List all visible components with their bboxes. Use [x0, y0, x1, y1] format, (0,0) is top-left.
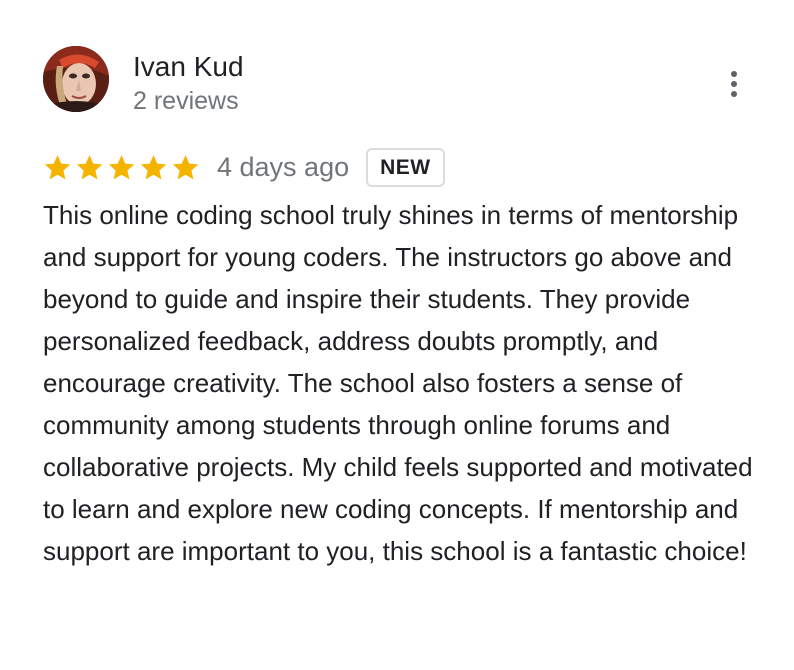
review-card: Ivan Kud 2 reviews 4 days ago NEW This o… [0, 0, 794, 670]
star-icon [44, 154, 71, 179]
avatar-photo-icon [43, 46, 109, 112]
star-rating [43, 153, 200, 182]
star-icon [76, 154, 103, 179]
new-badge: NEW [366, 147, 445, 187]
more-vert-icon-dot [731, 91, 737, 97]
reviewer-avatar[interactable] [43, 46, 109, 112]
more-vert-icon [731, 71, 737, 77]
review-text: This online coding school truly shines i… [43, 200, 753, 566]
more-vert-icon-dot [731, 81, 737, 87]
rating-row: 4 days ago NEW [43, 146, 445, 188]
reviewer-review-count[interactable]: 2 reviews [133, 85, 239, 117]
star-icon [140, 154, 167, 179]
star-icon [172, 154, 199, 179]
reviewer-name[interactable]: Ivan Kud [133, 50, 244, 84]
star-icon [108, 154, 135, 179]
review-date: 4 days ago [217, 151, 350, 182]
more-options-button[interactable] [718, 64, 750, 104]
